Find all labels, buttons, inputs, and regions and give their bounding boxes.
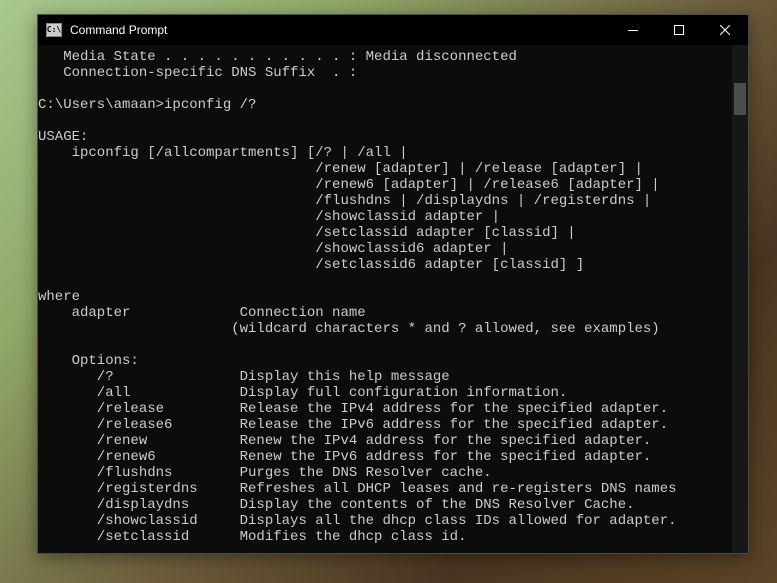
- cmd-icon: C:\: [46, 23, 62, 37]
- minimize-button[interactable]: [610, 15, 656, 45]
- close-button[interactable]: [702, 15, 748, 45]
- console-output: Media State . . . . . . . . . . . : Medi…: [38, 49, 732, 545]
- titlebar[interactable]: C:\ Command Prompt: [38, 15, 748, 45]
- console-area: Media State . . . . . . . . . . . : Medi…: [38, 45, 748, 553]
- command-prompt-window: C:\ Command Prompt Media State . . . . .…: [37, 14, 749, 554]
- titlebar-controls: [610, 15, 748, 45]
- window-title: Command Prompt: [70, 23, 167, 37]
- maximize-button[interactable]: [656, 15, 702, 45]
- vertical-scrollbar[interactable]: [732, 45, 748, 553]
- titlebar-left: C:\ Command Prompt: [46, 23, 167, 37]
- maximize-icon: [674, 25, 684, 35]
- console-viewport[interactable]: Media State . . . . . . . . . . . : Medi…: [38, 45, 732, 553]
- minimize-icon: [628, 30, 638, 31]
- close-icon: [720, 25, 730, 35]
- scrollbar-thumb[interactable]: [734, 83, 746, 115]
